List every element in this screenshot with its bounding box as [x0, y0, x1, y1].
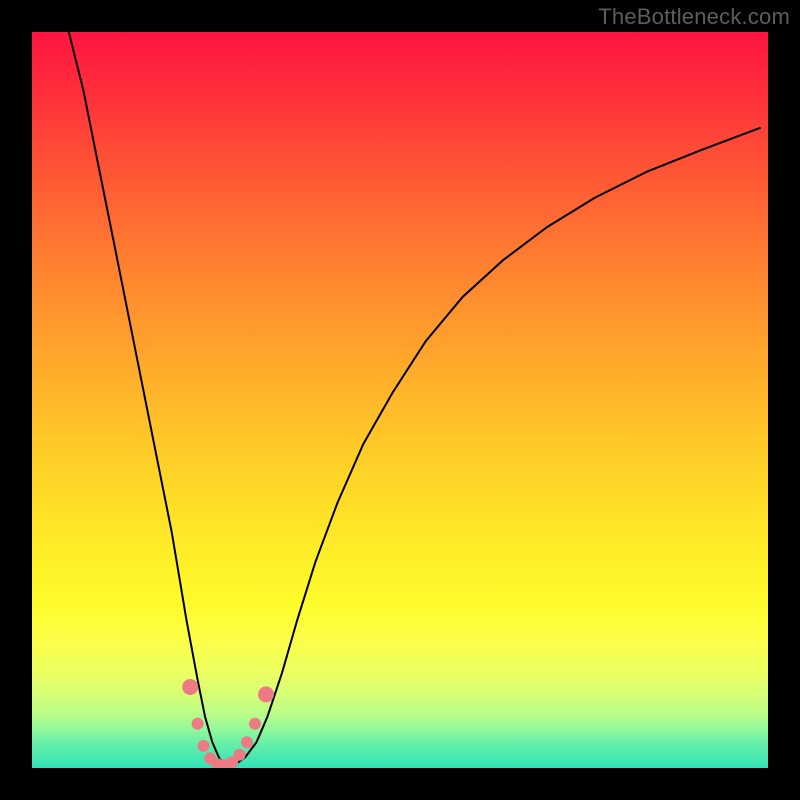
marker-point	[198, 740, 210, 752]
marker-point	[182, 679, 198, 695]
marker-point	[234, 749, 246, 761]
highlight-markers	[32, 32, 768, 768]
marker-point	[249, 718, 261, 730]
watermark-text: TheBottleneck.com	[598, 4, 790, 30]
marker-point	[192, 718, 204, 730]
plot-area	[32, 32, 768, 768]
marker-point	[241, 736, 253, 748]
marker-point	[258, 686, 274, 702]
chart-frame: TheBottleneck.com	[0, 0, 800, 800]
